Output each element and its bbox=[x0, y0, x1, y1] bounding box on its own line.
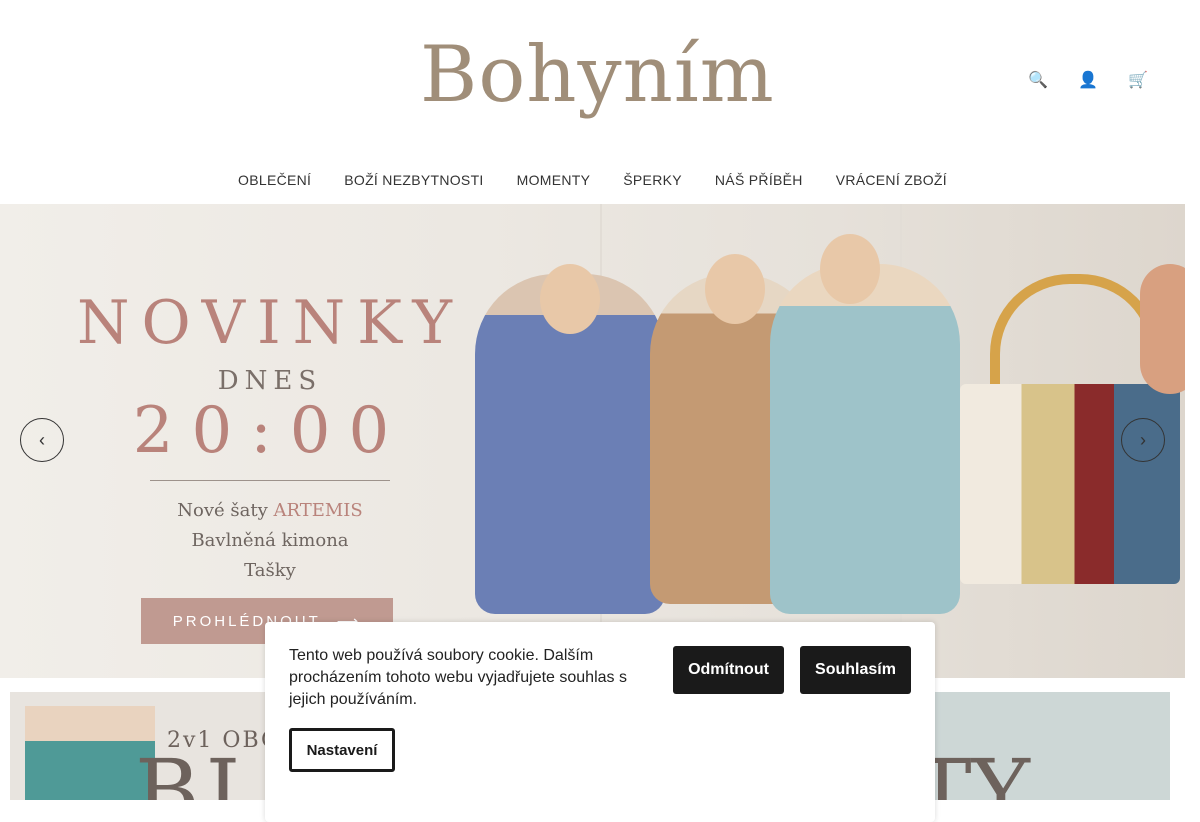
user-icon[interactable]: 👤 bbox=[1076, 68, 1100, 92]
hero-time: 20:00 bbox=[132, 394, 408, 468]
cookie-settings-button[interactable]: Nastavení bbox=[289, 728, 395, 772]
hero-line-tasky: Tašky bbox=[244, 560, 296, 581]
search-icon[interactable]: 🔍 bbox=[1026, 68, 1050, 92]
hero-line-artemis: Nové šaty ARTEMIS bbox=[0, 500, 540, 521]
nav-item-sperky[interactable]: ŠPERKY bbox=[623, 172, 682, 188]
hero-line-kimona: Bavlněná kimona bbox=[191, 530, 349, 551]
model-face bbox=[540, 264, 600, 334]
site-header: Bohyním 🔍 👤 🛒 OBLEČENÍ BOŽÍ NEZBYTNOSTI … bbox=[0, 0, 1185, 204]
nav-item-bozi-nezbytnosti[interactable]: BOŽÍ NEZBYTNOSTI bbox=[344, 172, 483, 188]
nav-item-momenty[interactable]: MOMENTY bbox=[517, 172, 591, 188]
cart-icon[interactable]: 🛒 bbox=[1126, 68, 1150, 92]
header-icons: 🔍 👤 🛒 bbox=[1026, 68, 1150, 92]
cookie-consent-dialog: Tento web používá soubory cookie. Dalším… bbox=[265, 622, 935, 822]
model-face bbox=[705, 254, 765, 324]
carousel-prev-button[interactable]: ‹ bbox=[20, 418, 64, 462]
main-nav: OBLEČENÍ BOŽÍ NEZBYTNOSTI MOMENTY ŠPERKY… bbox=[0, 172, 1185, 188]
nav-item-obleceni[interactable]: OBLEČENÍ bbox=[238, 172, 311, 188]
model-face bbox=[820, 234, 880, 304]
cookie-accept-button[interactable]: Souhlasím bbox=[800, 646, 911, 694]
hero-banner[interactable]: NOVINKY DNES 20:00 Nové šaty ARTEMIS Bav… bbox=[0, 204, 1185, 678]
hero-title: NOVINKY bbox=[77, 288, 464, 358]
logo-text: Bohyním bbox=[420, 30, 775, 120]
arm-photo bbox=[1140, 264, 1185, 394]
carousel-next-button[interactable]: › bbox=[1121, 418, 1165, 462]
hero-divider bbox=[150, 480, 390, 481]
hero-line-artemis-accent: ARTEMIS bbox=[273, 500, 363, 521]
chevron-left-icon: ‹ bbox=[39, 429, 45, 450]
tote-bag-photo bbox=[960, 384, 1180, 584]
cookie-message: Tento web používá soubory cookie. Dalším… bbox=[289, 647, 627, 708]
hero-day: DNES bbox=[217, 366, 323, 396]
site-logo[interactable]: Bohyním bbox=[420, 30, 775, 120]
cookie-reject-button[interactable]: Odmítnout bbox=[673, 646, 784, 694]
hero-line-artemis-prefix: Nové šaty bbox=[177, 500, 274, 521]
nav-item-nas-pribeh[interactable]: NÁŠ PŘÍBĚH bbox=[715, 172, 803, 188]
chevron-right-icon: › bbox=[1140, 429, 1146, 450]
model-photo-teal-dress bbox=[770, 264, 960, 614]
nav-item-vraceni-zbozi[interactable]: VRÁCENÍ ZBOŽÍ bbox=[836, 172, 947, 188]
